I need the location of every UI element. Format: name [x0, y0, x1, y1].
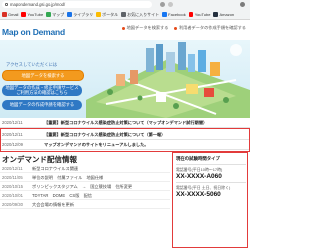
bookmark-label: お気に入りサイト [127, 11, 160, 17]
update-row[interactable]: 2020/11/05 単位の説明 付属ファイル 地図仕様 [0, 174, 170, 182]
update-row[interactable]: 2020/09/30 大会会場の情報を更新 [0, 201, 170, 209]
header-links: 地図データを検索する 利用者データの作成手順を確認する [122, 25, 246, 31]
bookmark-item[interactable]: Facebook [162, 12, 186, 17]
city-illustration [86, 42, 250, 118]
bookmark-favicon-icon [46, 12, 51, 17]
update-text: 大会会場の情報を更新 [32, 202, 74, 207]
update-row[interactable]: 2020/10/15 ポリンピックスタジアム → 国立競技場 住所変更 [0, 183, 170, 191]
contact-title: 現在の試験時間タイプ [176, 156, 220, 161]
header-link-guide[interactable]: 利用者データの作成手順を確認する [174, 25, 246, 31]
bookmark-item[interactable]: YouTube [21, 12, 43, 17]
bookmark-item[interactable]: ポータル [96, 12, 118, 18]
update-text: 単位の説明 付属ファイル 地図仕様 [32, 175, 104, 180]
bookmark-item[interactable]: Gmail [2, 12, 18, 17]
bookmark-label: Gmail [8, 12, 19, 17]
update-text: TDYTAR DOME CS版 配信 [32, 193, 92, 198]
browser-chrome: mapondemand.gsi.go.jp/mod/ Gmail YouTube マ… [0, 0, 250, 20]
hero-label: アクセスしていただくには [6, 62, 58, 67]
update-date: 2020/10/01 [2, 193, 23, 198]
bookmark-favicon-icon [96, 12, 101, 17]
update-row[interactable]: 2020/10/01 TDYTAR DOME CS版 配信 [0, 192, 170, 200]
divider [176, 164, 246, 165]
section-title: オンデマンド配信情報 [2, 155, 77, 164]
bullet-icon [174, 26, 178, 30]
update-text: ポリンピックスタジアム → 国立競技場 住所変更 [32, 184, 133, 189]
profile-icon[interactable] [168, 2, 173, 7]
bookmark-label: Amazon [219, 12, 235, 17]
bookmark-favicon-icon [2, 12, 7, 17]
bookmark-item[interactable]: ライブラリ [67, 12, 93, 18]
search-map-button[interactable]: 地図データを検索する [2, 70, 84, 81]
header-link-search[interactable]: 地図データを検索する [122, 25, 168, 31]
address-row: mapondemand.gsi.go.jp/mod/ [0, 0, 250, 9]
address-bar[interactable]: mapondemand.gsi.go.jp/mod/ [2, 1, 152, 8]
divider [176, 182, 246, 183]
bookmark-label: YouTube [194, 12, 211, 17]
bookmark-label: Facebook [168, 12, 186, 17]
bookmark-favicon-icon [188, 12, 194, 17]
contact-panel: 現在の試験時間タイプ 電話番号(平日10時～17時) XX-XXXX-A060 … [172, 152, 248, 248]
bookmark-label: YouTube [27, 12, 44, 17]
bookmark-item[interactable]: YouTube [188, 12, 211, 17]
extension-icon[interactable] [160, 2, 165, 7]
bookmark-favicon-icon [21, 12, 26, 17]
bullet-icon [122, 26, 126, 30]
contact-phone-2[interactable]: XX-XXXX-5060 [176, 191, 221, 198]
bookmark-label: マップ [52, 11, 65, 17]
lock-icon [5, 3, 8, 6]
service-guide-line2: ご利用方法の確認はこちら [16, 89, 68, 95]
update-row[interactable]: 2020/12/11 新型コロナウイルス関連 [0, 165, 170, 173]
header-link-label: 利用者データの作成手順を確認する [178, 25, 246, 30]
bookmark-item[interactable]: マップ [46, 12, 64, 18]
update-date: 2020/11/05 [2, 175, 23, 180]
address-url: mapondemand.gsi.go.jp/mod/ [10, 2, 66, 7]
contact-phone-1[interactable]: XX-XXXX-A060 [176, 173, 222, 180]
bookmark-favicon-icon [162, 12, 167, 17]
news-item[interactable]: 2020/12/11 【重要】新型コロナウイルス感染症防止対策について（マップオ… [0, 118, 250, 128]
bookmark-favicon-icon [213, 12, 218, 17]
bookmark-label: ライブラリ [73, 11, 94, 17]
check-application-button[interactable]: 地図データの作成申請を確認する [2, 100, 82, 110]
bookmarks-bar: Gmail YouTube マップ ライブラリ ポータル お気に入りサイト Facebook… [0, 10, 250, 19]
bookmark-label: ポータル [102, 11, 119, 17]
bookmark-favicon-icon [121, 12, 126, 17]
update-text: 新型コロナウイルス関連 [32, 166, 79, 171]
site-logo[interactable]: Map on Demand [2, 27, 65, 37]
menu-icon[interactable] [240, 2, 245, 7]
service-guide-button[interactable]: 地図データの作成・修正申請サービス ご利用方法の確認はこちら [2, 85, 82, 96]
bookmark-item[interactable]: お気に入りサイト [121, 12, 159, 18]
header-link-label: 地図データを検索する [126, 25, 169, 30]
bookmark-item[interactable]: Amazon [213, 12, 234, 17]
news-text: 【重要】新型コロナウイルス感染症防止対策について（マップオンデマンド試行期間） [44, 120, 208, 125]
news-date: 2020/12/11 [2, 120, 23, 125]
update-date: 2020/12/11 [2, 166, 23, 171]
update-date: 2020/09/30 [2, 202, 23, 207]
bookmark-favicon-icon [67, 12, 72, 17]
update-date: 2020/10/15 [2, 184, 23, 189]
news-highlight-box [0, 128, 250, 152]
